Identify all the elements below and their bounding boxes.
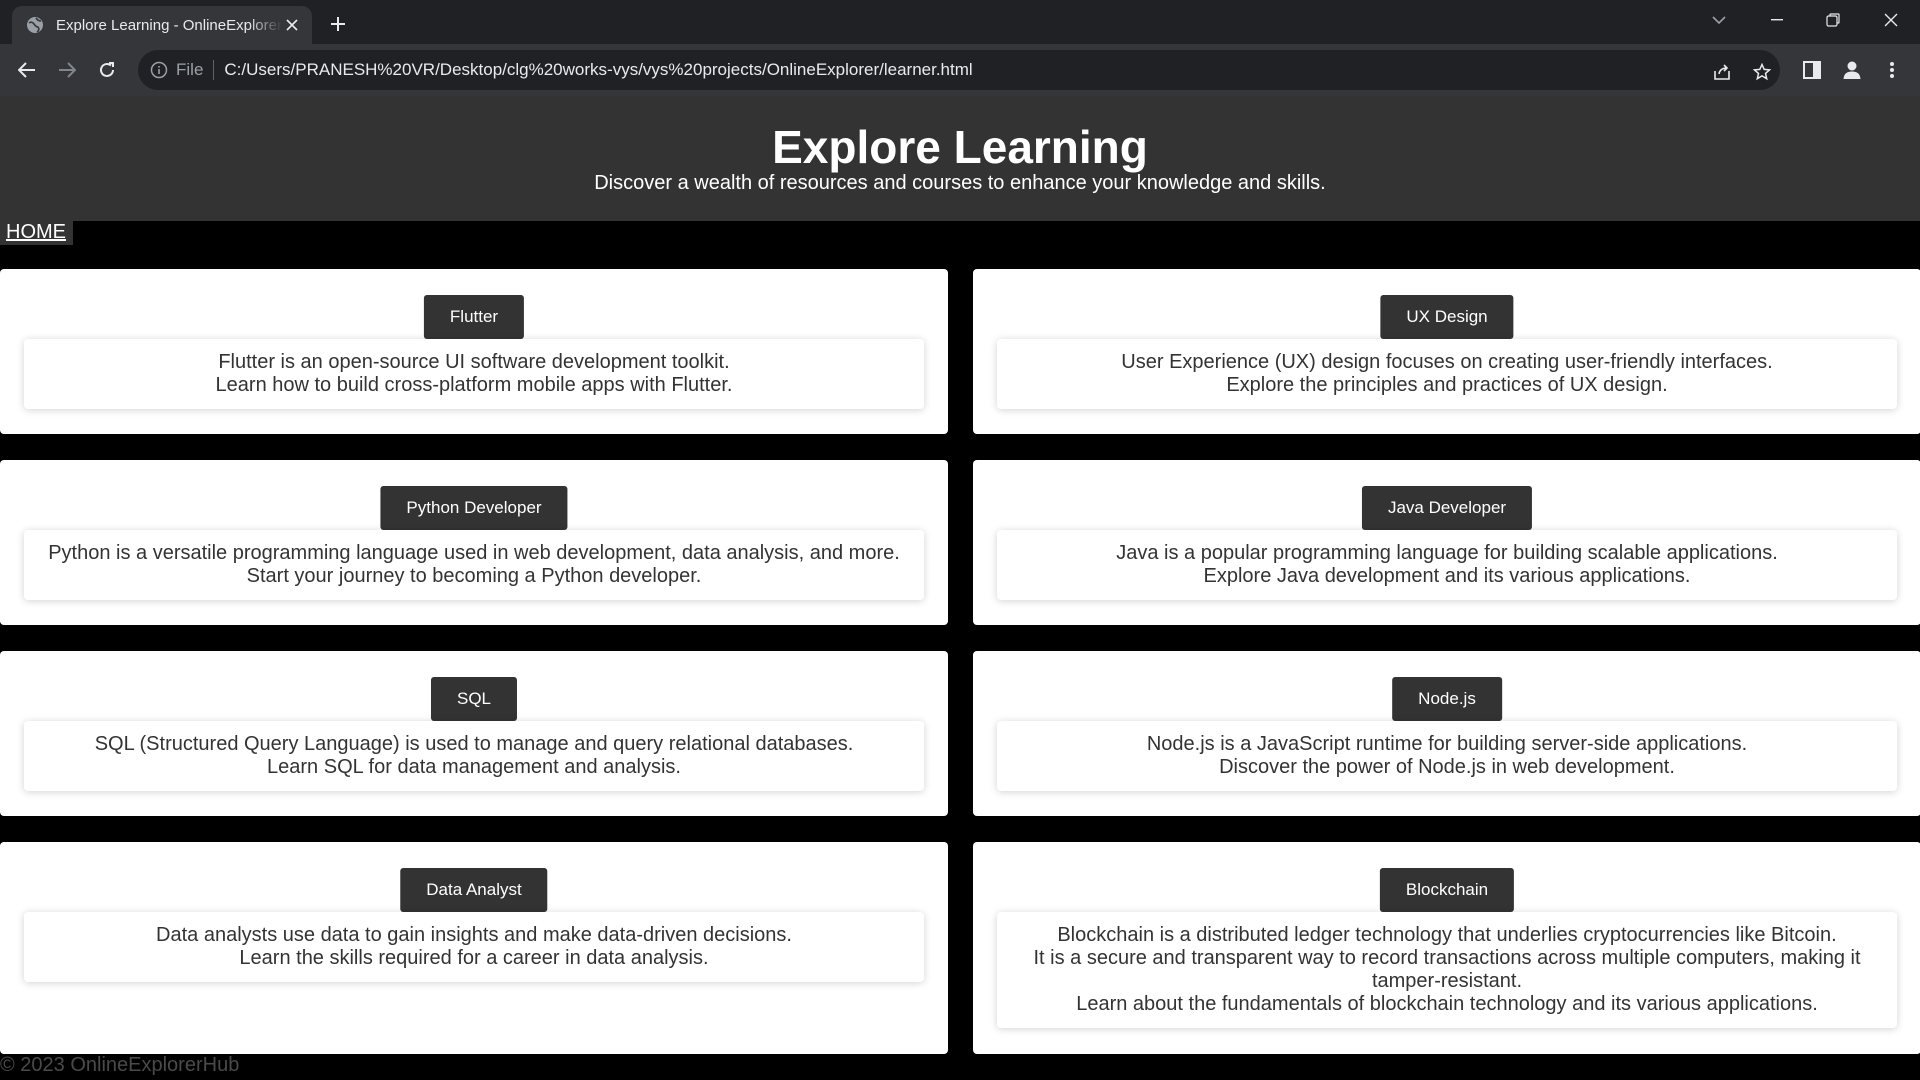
course-description: Blockchain is a distributed ledger techn…: [997, 912, 1897, 1028]
description-line: Start your journey to becoming a Python …: [246, 565, 702, 587]
course-description: Python is a versatile programming langua…: [24, 530, 924, 600]
description-line: Explore the principles and practices of …: [1226, 374, 1668, 396]
description-line: Discover the power of Node.js in web dev…: [1219, 756, 1675, 778]
description-line: Learn how to build cross-platform mobile…: [215, 374, 733, 396]
description-line: Java is a popular programming language f…: [1116, 542, 1778, 564]
course-button-sql[interactable]: SQL: [430, 677, 518, 721]
description-line: Learn about the fundamentals of blockcha…: [1076, 993, 1818, 1015]
course-description: Node.js is a JavaScript runtime for buil…: [997, 721, 1897, 791]
course-card-nodejs: Node.js Node.js is a JavaScript runtime …: [973, 651, 1920, 816]
tab-search-chevron-down-icon[interactable]: [1696, 0, 1742, 40]
course-card-data-analyst: Data Analyst Data analysts use data to g…: [0, 842, 948, 1054]
course-description: User Experience (UX) design focuses on c…: [997, 339, 1897, 409]
menu-kebab-icon[interactable]: [1880, 58, 1904, 82]
course-button-python-developer[interactable]: Python Developer: [380, 486, 568, 530]
forward-arrow-icon[interactable]: [53, 56, 81, 84]
course-card-java-developer: Java Developer Java is a popular program…: [973, 460, 1920, 625]
reload-icon[interactable]: [93, 56, 121, 84]
back-arrow-icon[interactable]: [13, 56, 41, 84]
description-line: Blockchain is a distributed ledger techn…: [1057, 924, 1837, 946]
course-description: Java is a popular programming language f…: [997, 530, 1897, 600]
close-tab-icon[interactable]: [282, 15, 302, 35]
description-line: SQL (Structured Query Language) is used …: [94, 733, 854, 755]
page-content: Explore Learning Discover a wealth of re…: [0, 96, 1920, 1080]
minimize-icon[interactable]: [1754, 0, 1800, 40]
course-card-sql: SQL SQL (Structured Query Language) is u…: [0, 651, 948, 816]
description-line: Node.js is a JavaScript runtime for buil…: [1146, 733, 1748, 755]
tab-title: Explore Learning - OnlineExplorerHub: [56, 16, 282, 34]
browser-tab-strip: Explore Learning - OnlineExplorerHub: [0, 0, 1920, 44]
course-button-flutter[interactable]: Flutter: [423, 295, 525, 339]
course-card-flutter: Flutter Flutter is an open-source UI sof…: [0, 269, 948, 434]
description-line: Flutter is an open-source UI software de…: [218, 351, 730, 373]
description-line: Data analysts use data to gain insights …: [156, 924, 792, 946]
page-subtitle: Discover a wealth of resources and cours…: [594, 172, 1326, 194]
url-text[interactable]: C:/Users/PRANESH%20VR/Desktop/clg%20work…: [224, 60, 972, 80]
description-line: User Experience (UX) design focuses on c…: [1121, 351, 1773, 373]
course-card-ux-design: UX Design User Experience (UX) design fo…: [973, 269, 1920, 434]
share-icon[interactable]: [1710, 60, 1734, 84]
browser-toolbar: File C:/Users/PRANESH%20VR/Desktop/clg%2…: [0, 44, 1920, 96]
omnibox-divider: [213, 60, 215, 80]
address-bar[interactable]: File C:/Users/PRANESH%20VR/Desktop/clg%2…: [138, 50, 1780, 90]
course-description: SQL (Structured Query Language) is used …: [24, 721, 924, 791]
description-line: Explore Java development and its various…: [1203, 565, 1691, 587]
course-button-java-developer[interactable]: Java Developer: [1361, 486, 1533, 530]
side-panel-icon[interactable]: [1800, 58, 1824, 82]
page-title: Explore Learning: [772, 121, 1148, 173]
course-button-data-analyst[interactable]: Data Analyst: [400, 868, 548, 912]
course-card-blockchain: Blockchain Blockchain is a distributed l…: [973, 842, 1920, 1054]
description-line: Python is a versatile programming langua…: [48, 542, 900, 564]
new-tab-icon[interactable]: [324, 10, 352, 38]
file-scheme-label: File: [176, 60, 204, 79]
footer-copyright: © 2023 OnlineExplorerHub: [0, 1054, 240, 1076]
course-description: Data analysts use data to gain insights …: [24, 912, 924, 982]
restore-icon[interactable]: [1810, 0, 1856, 40]
globe-icon: [26, 16, 44, 34]
course-button-blockchain[interactable]: Blockchain: [1379, 868, 1515, 912]
course-button-nodejs[interactable]: Node.js: [1392, 677, 1502, 721]
info-icon[interactable]: [150, 61, 168, 79]
profile-icon[interactable]: [1840, 58, 1864, 82]
course-button-ux-design[interactable]: UX Design: [1380, 295, 1514, 339]
description-line: Learn SQL for data management and analys…: [267, 756, 681, 778]
home-link[interactable]: HOME: [0, 221, 73, 245]
description-line: It is a secure and transparent way to re…: [1033, 947, 1861, 992]
description-line: Learn the skills required for a career i…: [239, 947, 709, 969]
course-description: Flutter is an open-source UI software de…: [24, 339, 924, 409]
course-card-python-developer: Python Developer Python is a versatile p…: [0, 460, 948, 625]
close-window-icon[interactable]: [1868, 0, 1914, 40]
page-header: Explore Learning Discover a wealth of re…: [0, 96, 1920, 221]
browser-tab[interactable]: Explore Learning - OnlineExplorerHub: [12, 6, 312, 44]
bookmark-star-icon[interactable]: [1750, 60, 1774, 84]
